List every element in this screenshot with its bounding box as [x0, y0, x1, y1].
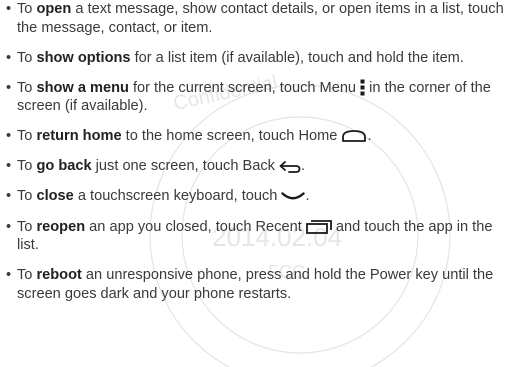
- back-icon: [279, 160, 301, 173]
- instruction-list: • To open a text message, show contact d…: [6, 0, 506, 315]
- list-item-open: • To open a text message, show contact d…: [6, 1, 504, 36]
- list-item-close: • To close a touchscreen keyboard, touch…: [6, 188, 310, 205]
- bullet: •: [6, 1, 12, 17]
- bullet: •: [6, 267, 12, 284]
- keyword-return-home: return home: [36, 128, 122, 145]
- list-item-go-back: • To go back just one screen, touch Back…: [6, 158, 306, 175]
- list-item-reboot: • To reboot an unresponsive phone, press…: [6, 267, 494, 302]
- bullet: •: [6, 79, 12, 96]
- home-icon: [341, 130, 367, 143]
- keyword-show-options: show options: [36, 49, 131, 66]
- recent-apps-icon: [305, 219, 332, 234]
- bullet: •: [6, 218, 12, 235]
- keyword-go-back: go back: [36, 158, 92, 175]
- keyword-reopen: reopen: [36, 218, 86, 235]
- bullet: •: [6, 158, 12, 175]
- bullet: •: [6, 128, 12, 145]
- bullet: •: [6, 49, 12, 66]
- keyword-open: open: [36, 1, 72, 17]
- list-item-reopen: • To reopen an app you closed, touch Rec…: [6, 218, 493, 254]
- list-item-show-menu: • To show a menu for the current screen,…: [6, 79, 491, 115]
- list-item-show-options: • To show options for a list item (if av…: [6, 49, 464, 66]
- keyword-reboot: reboot: [36, 267, 82, 284]
- list-item-return-home: • To return home to the home screen, tou…: [6, 128, 372, 145]
- keyword-show-menu: show a menu: [36, 79, 129, 96]
- keyword-close: close: [36, 188, 74, 205]
- keyboard-close-icon: [281, 191, 306, 202]
- bullet: •: [6, 188, 12, 205]
